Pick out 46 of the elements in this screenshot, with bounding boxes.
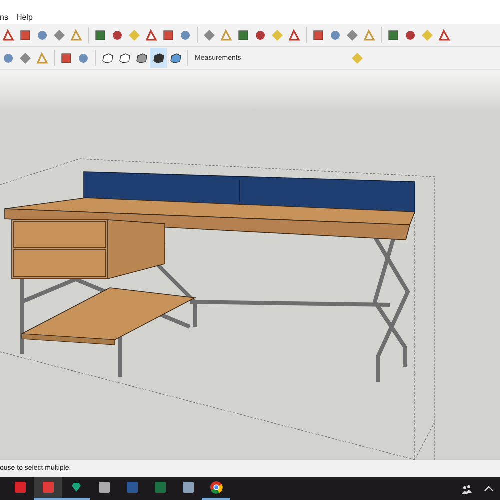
tool-icon bbox=[329, 28, 342, 42]
cube-icon bbox=[136, 52, 148, 64]
tool-icon bbox=[36, 52, 49, 64]
tool-icon bbox=[351, 52, 364, 64]
tool-icon bbox=[346, 28, 359, 42]
tool-icon bbox=[19, 28, 32, 42]
tool-icon bbox=[111, 28, 124, 42]
tool-icon bbox=[237, 28, 250, 42]
cube-icon bbox=[152, 52, 164, 64]
tool-icon bbox=[53, 28, 66, 42]
menu-item[interactable]: ns bbox=[0, 13, 8, 22]
tool-icon bbox=[36, 28, 49, 42]
tool-icon bbox=[19, 52, 32, 64]
tool-icon bbox=[94, 28, 107, 42]
tool-icon bbox=[77, 52, 90, 64]
app-icon[interactable] bbox=[182, 481, 194, 494]
cube-icon bbox=[102, 52, 114, 64]
tool-icon bbox=[2, 52, 15, 64]
tool-icon bbox=[271, 28, 284, 42]
cube-icon bbox=[170, 52, 182, 64]
tool-icon bbox=[145, 28, 158, 42]
tool-icon bbox=[2, 28, 15, 42]
menu-item[interactable]: Help bbox=[16, 13, 33, 22]
tool-icon bbox=[363, 28, 376, 42]
tool-icon bbox=[254, 28, 267, 42]
tool-icon bbox=[421, 28, 434, 42]
people-icon[interactable] bbox=[462, 484, 472, 494]
style-button[interactable] bbox=[150, 48, 167, 68]
tool-icon bbox=[438, 28, 451, 42]
app-icon[interactable] bbox=[70, 481, 82, 494]
tool-icon bbox=[387, 28, 400, 42]
tool-icon bbox=[288, 28, 301, 42]
tool-icon bbox=[60, 52, 73, 64]
tool-icon bbox=[203, 28, 216, 42]
tool-icon bbox=[404, 28, 417, 42]
browser-icon[interactable] bbox=[210, 481, 222, 494]
tool-icon bbox=[128, 28, 141, 42]
tool-icon bbox=[70, 28, 83, 42]
tool-icon bbox=[162, 28, 175, 42]
tool-icon bbox=[312, 28, 325, 42]
tool-icon bbox=[179, 28, 192, 42]
chevron-up-icon[interactable] bbox=[484, 484, 494, 494]
cube-icon bbox=[118, 52, 130, 64]
app-icon[interactable] bbox=[14, 481, 26, 494]
tool-icon bbox=[220, 28, 233, 42]
app-icon[interactable] bbox=[98, 481, 110, 494]
